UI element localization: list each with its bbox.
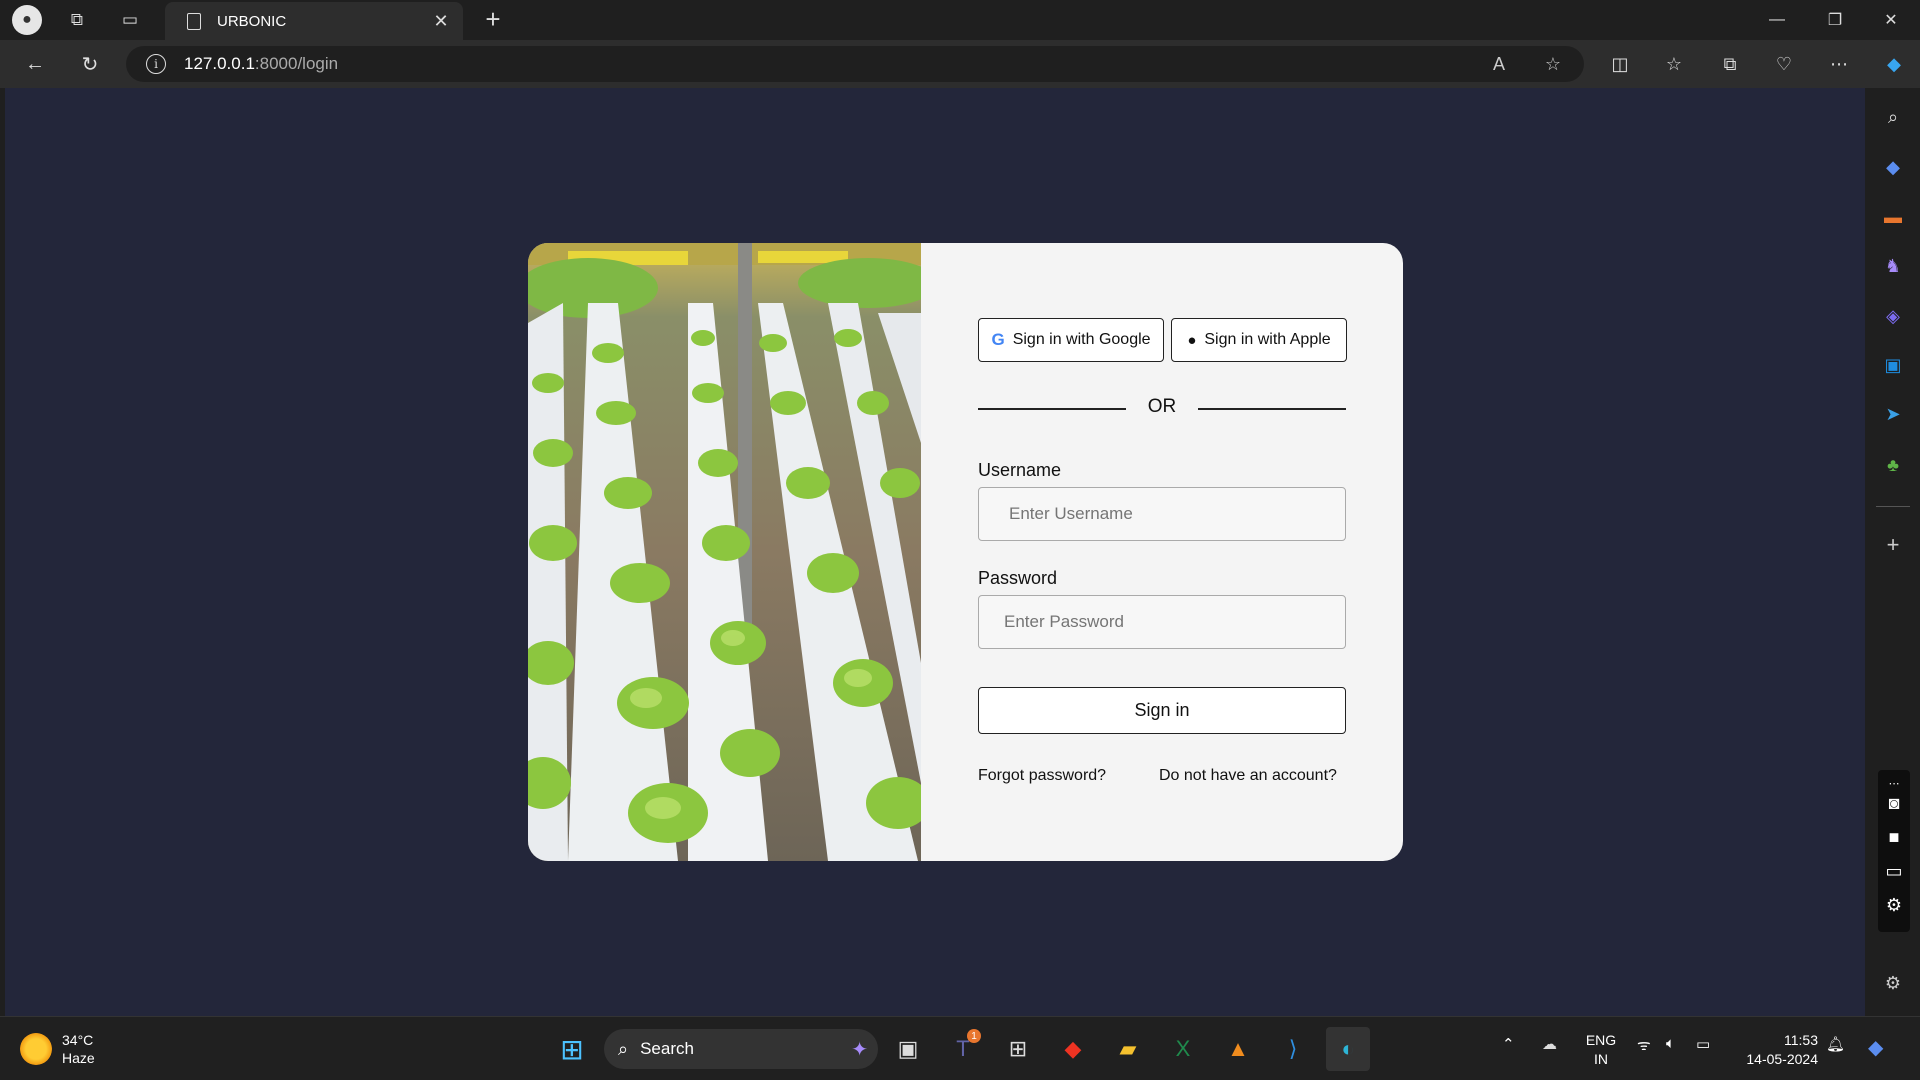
vscode-icon[interactable]: ⟩	[1271, 1027, 1315, 1071]
close-window-button[interactable]: ✕	[1862, 0, 1920, 40]
tools-icon[interactable]: ▬	[1878, 202, 1908, 232]
google-signin-label: Sign in with Google	[1012, 331, 1151, 348]
task-view-icon[interactable]: ▣	[886, 1027, 930, 1071]
site-info-icon[interactable]: i	[146, 54, 166, 74]
google-icon: G	[991, 330, 1005, 349]
login-form: G Sign in with Google ● Sign in with App…	[921, 243, 1403, 861]
login-card: G Sign in with Google ● Sign in with App…	[528, 243, 1403, 861]
apple-icon: ●	[1187, 331, 1197, 349]
notification-bell-icon[interactable]: 🔔︎	[1826, 1035, 1845, 1053]
favorite-star-icon[interactable]: ☆	[1536, 46, 1570, 82]
weather-temperature: 34°C	[62, 1032, 94, 1048]
excel-icon[interactable]: X	[1161, 1027, 1205, 1071]
address-bar[interactable]: i 127.0.0.1:8000/login A ☆	[126, 46, 1584, 82]
tree-icon[interactable]: ♣	[1878, 450, 1908, 480]
copilot-icon[interactable]: ◆	[1876, 48, 1912, 80]
refresh-button[interactable]: ↻	[73, 48, 107, 80]
username-label: Username	[978, 460, 1062, 480]
forgot-password-link[interactable]: Forgot password?	[978, 767, 1106, 785]
capture-menu-icon[interactable]: ⋯	[1883, 772, 1905, 794]
apple-signin-button[interactable]: ● Sign in with Apple	[1171, 318, 1347, 362]
edge-sidebar: ⌕ ◆ ▬ ♞ ◈ ▣ ➤ ♣ + ⋯ ◙ ■ ▭ ⚙ ⚙	[1866, 88, 1920, 1016]
url-path: :8000/login	[254, 54, 339, 73]
hydroponics-image	[528, 243, 921, 861]
or-text: OR	[1147, 396, 1177, 417]
weather-widget[interactable]: 34°C Haze	[20, 1031, 95, 1067]
workspaces-icon[interactable]: ⧉	[62, 5, 92, 35]
microsoft-store-icon[interactable]: ⊞	[996, 1027, 1040, 1071]
signin-button[interactable]: Sign in	[978, 687, 1346, 734]
collections-icon[interactable]: ⧉	[1712, 48, 1748, 80]
back-button[interactable]: ←	[18, 48, 52, 80]
app-orange-icon[interactable]: ▲	[1216, 1027, 1260, 1071]
taskbar-search-label: Search	[640, 1039, 694, 1058]
tab-actions-icon[interactable]: ▭	[115, 5, 145, 35]
clock[interactable]: 11:53 14-05-2024	[1736, 1031, 1818, 1069]
language-indicator[interactable]: ENG IN	[1585, 1031, 1617, 1069]
password-input[interactable]	[978, 595, 1346, 649]
telegram-icon[interactable]: ➤	[1878, 399, 1908, 429]
file-explorer-icon[interactable]: ▰	[1106, 1027, 1150, 1071]
restore-button[interactable]: ❐	[1806, 0, 1864, 40]
close-tab-icon[interactable]: ✕	[431, 11, 451, 32]
search-magnifier-icon: ⌕	[618, 1038, 629, 1059]
or-divider: OR	[978, 395, 1346, 421]
more-options-icon[interactable]: ⋯	[1821, 48, 1857, 80]
copilot-taskbar-icon[interactable]: ◆	[1868, 1035, 1883, 1060]
page-viewport: G Sign in with Google ● Sign in with App…	[5, 88, 1865, 1016]
weather-description: Haze	[62, 1050, 95, 1066]
games-icon[interactable]: ♞	[1878, 251, 1908, 281]
tab-urbonic[interactable]: URBONIC ✕	[165, 2, 463, 40]
start-windows-icon[interactable]: ⊞	[550, 1027, 594, 1071]
google-signin-button[interactable]: G Sign in with Google	[978, 318, 1164, 362]
page-icon	[187, 12, 201, 30]
volume-icon[interactable]: 🔈︎	[1666, 1035, 1675, 1052]
add-sidebar-app-icon[interactable]: +	[1878, 530, 1908, 560]
shopping-tag-icon[interactable]: ◆	[1878, 152, 1908, 182]
edge-icon[interactable]: ◐	[1326, 1027, 1370, 1071]
outlook-icon[interactable]: ▣	[1878, 350, 1908, 380]
read-aloud-icon[interactable]: A	[1482, 46, 1516, 82]
favorites-icon[interactable]: ☆	[1656, 48, 1692, 80]
app-red-diamond-icon[interactable]: ◆	[1051, 1027, 1095, 1071]
minimize-button[interactable]: —	[1748, 0, 1806, 40]
username-input[interactable]	[978, 487, 1346, 541]
clock-time: 11:53	[1784, 1032, 1818, 1048]
haze-sun-icon	[20, 1033, 52, 1065]
teams-badge: 1	[967, 1029, 981, 1043]
signup-link[interactable]: Do not have an account?	[1159, 767, 1337, 785]
onedrive-icon[interactable]: ☁	[1542, 1035, 1557, 1053]
apple-signin-label: Sign in with Apple	[1204, 331, 1331, 348]
language-code: ENG	[1585, 1032, 1617, 1048]
browser-navbar: ← ↻ i 127.0.0.1:8000/login A ☆ ◫ ☆ ⧉ ♡ ⋯…	[0, 40, 1920, 88]
video-camera-icon[interactable]: ■	[1883, 826, 1905, 848]
clock-date: 14-05-2024	[1746, 1051, 1818, 1067]
url-host: 127.0.0.1	[184, 54, 255, 73]
camera-icon[interactable]: ◙	[1883, 792, 1905, 814]
sidebar-settings-icon[interactable]: ⚙	[1878, 968, 1908, 998]
split-screen-icon[interactable]: ◫	[1602, 48, 1638, 80]
taskbar-search[interactable]: ⌕ Search ✦	[604, 1029, 878, 1069]
screen-capture-icon[interactable]: ▭	[1883, 860, 1905, 882]
wifi-icon[interactable]: ᯤ	[1637, 1035, 1651, 1055]
capture-toolbar: ⋯ ◙ ■ ▭ ⚙	[1878, 770, 1910, 932]
search-highlight-icon: ✦	[851, 1038, 868, 1061]
profile-icon[interactable]: ●	[12, 5, 42, 35]
teams-icon[interactable]: T1	[941, 1027, 985, 1071]
region-code: IN	[1594, 1051, 1608, 1067]
browser-titlebar: ● ⧉ ▭ URBONIC ✕ + — ❐ ✕	[0, 0, 1920, 40]
show-hidden-icons-icon[interactable]: ⌃	[1502, 1035, 1515, 1053]
search-icon[interactable]: ⌕	[1878, 102, 1908, 132]
sidebar-divider	[1876, 506, 1910, 507]
browser-essentials-icon[interactable]: ♡	[1766, 48, 1802, 80]
divider-line-right	[1198, 408, 1346, 410]
battery-icon[interactable]: ▭	[1696, 1035, 1710, 1053]
password-label: Password	[978, 568, 1058, 588]
capture-settings-icon[interactable]: ⚙	[1883, 894, 1905, 916]
microsoft-365-icon[interactable]: ◈	[1878, 301, 1908, 331]
windows-taskbar: 34°C Haze ⊞ ⌕ Search ✦ ▣ T1 ⊞ ◆ ▰ X ▲ ⟩ …	[0, 1016, 1920, 1080]
tab-title: URBONIC	[217, 12, 287, 30]
new-tab-button[interactable]: +	[478, 4, 508, 35]
